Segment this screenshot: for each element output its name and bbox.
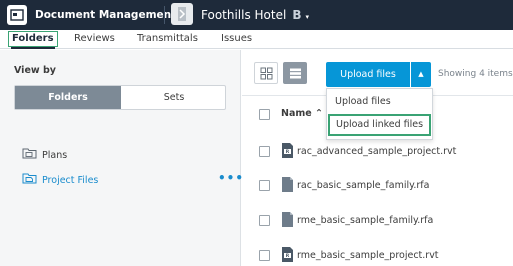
row-checkbox[interactable] — [259, 146, 270, 157]
toggle-folders[interactable]: Folders — [15, 86, 121, 109]
svg-text:R: R — [286, 149, 290, 155]
row-checkbox[interactable] — [259, 180, 270, 191]
table-row[interactable]: R rac_advanced_sample_project.rvt — [242, 137, 513, 167]
table-row[interactable]: R rme_basic_sample_project.rvt — [242, 241, 513, 266]
document-management-app-icon[interactable] — [7, 5, 27, 25]
rvt-file-icon: R — [282, 143, 293, 161]
file-list-panel: Upload files ▲ Showing 4 items Name ⌃ R … — [242, 50, 513, 266]
top-bar: Document Management▾ Foothills Hotel B▾ — [0, 0, 513, 30]
grid-view-button[interactable] — [254, 62, 278, 84]
menu-item-upload-files[interactable]: Upload files — [327, 91, 432, 113]
chevron-up-icon[interactable]: ▲ — [411, 62, 431, 87]
tab-reviews[interactable]: Reviews — [74, 31, 115, 47]
upload-files-button[interactable]: Upload files — [326, 62, 410, 87]
tree-item-label: Plans — [42, 150, 68, 161]
project-thumbnail[interactable] — [171, 3, 193, 25]
rvt-file-icon: R — [282, 247, 293, 265]
project-selector[interactable]: Foothills Hotel B ▾ — [201, 0, 309, 30]
divider — [164, 6, 165, 24]
module-tabs: Folders Reviews Transmittals Issues — [0, 30, 513, 49]
tab-issues[interactable]: Issues — [221, 31, 252, 47]
project-badge: B — [292, 8, 302, 22]
chevron-down-icon: ▾ — [305, 13, 309, 21]
toggle-sets[interactable]: Sets — [121, 86, 227, 109]
svg-text:R: R — [286, 253, 290, 259]
rfa-file-icon — [282, 177, 293, 195]
tree-item-label: Project Files — [42, 175, 99, 186]
grid-icon — [260, 67, 273, 80]
file-name[interactable]: rac_advanced_sample_project.rvt — [297, 137, 456, 167]
list-view-button[interactable] — [283, 62, 307, 84]
item-count: Showing 4 items — [438, 69, 513, 79]
menu-item-upload-linked-files[interactable]: Upload linked files — [328, 114, 431, 136]
project-files-folder-icon — [22, 172, 37, 189]
row-checkbox[interactable] — [259, 250, 270, 261]
more-options-icon[interactable]: ••• — [218, 172, 244, 184]
plans-folder-icon — [22, 147, 37, 164]
tree-item-plans[interactable]: Plans — [22, 147, 67, 161]
select-all-checkbox[interactable] — [259, 109, 270, 120]
file-name[interactable]: rac_basic_sample_family.rfa — [297, 171, 429, 201]
file-name[interactable]: rme_basic_sample_family.rfa — [297, 206, 433, 236]
name-column-header[interactable]: Name ⌃ — [281, 108, 323, 119]
tab-transmittals[interactable]: Transmittals — [137, 31, 198, 47]
list-icon — [290, 68, 301, 79]
table-row[interactable]: rac_basic_sample_family.rfa — [242, 171, 513, 201]
tab-folders[interactable]: Folders — [8, 31, 58, 49]
module-selector[interactable]: Document Management▾ — [35, 0, 183, 30]
folder-panel: View by Folders Sets Plans Project Files… — [0, 50, 244, 266]
project-name: Foothills Hotel — [201, 8, 287, 22]
view-by-toggle: Folders Sets — [14, 85, 226, 110]
table-row[interactable]: rme_basic_sample_family.rfa — [242, 206, 513, 236]
rfa-file-icon — [282, 212, 293, 230]
tree-item-project-files[interactable]: Project Files — [22, 172, 98, 186]
upload-dropdown-menu: Upload files Upload linked files — [326, 88, 433, 140]
file-name[interactable]: rme_basic_sample_project.rvt — [297, 241, 439, 266]
module-name: Document Management — [35, 9, 177, 21]
view-by-label: View by — [14, 65, 56, 76]
row-checkbox[interactable] — [259, 215, 270, 226]
